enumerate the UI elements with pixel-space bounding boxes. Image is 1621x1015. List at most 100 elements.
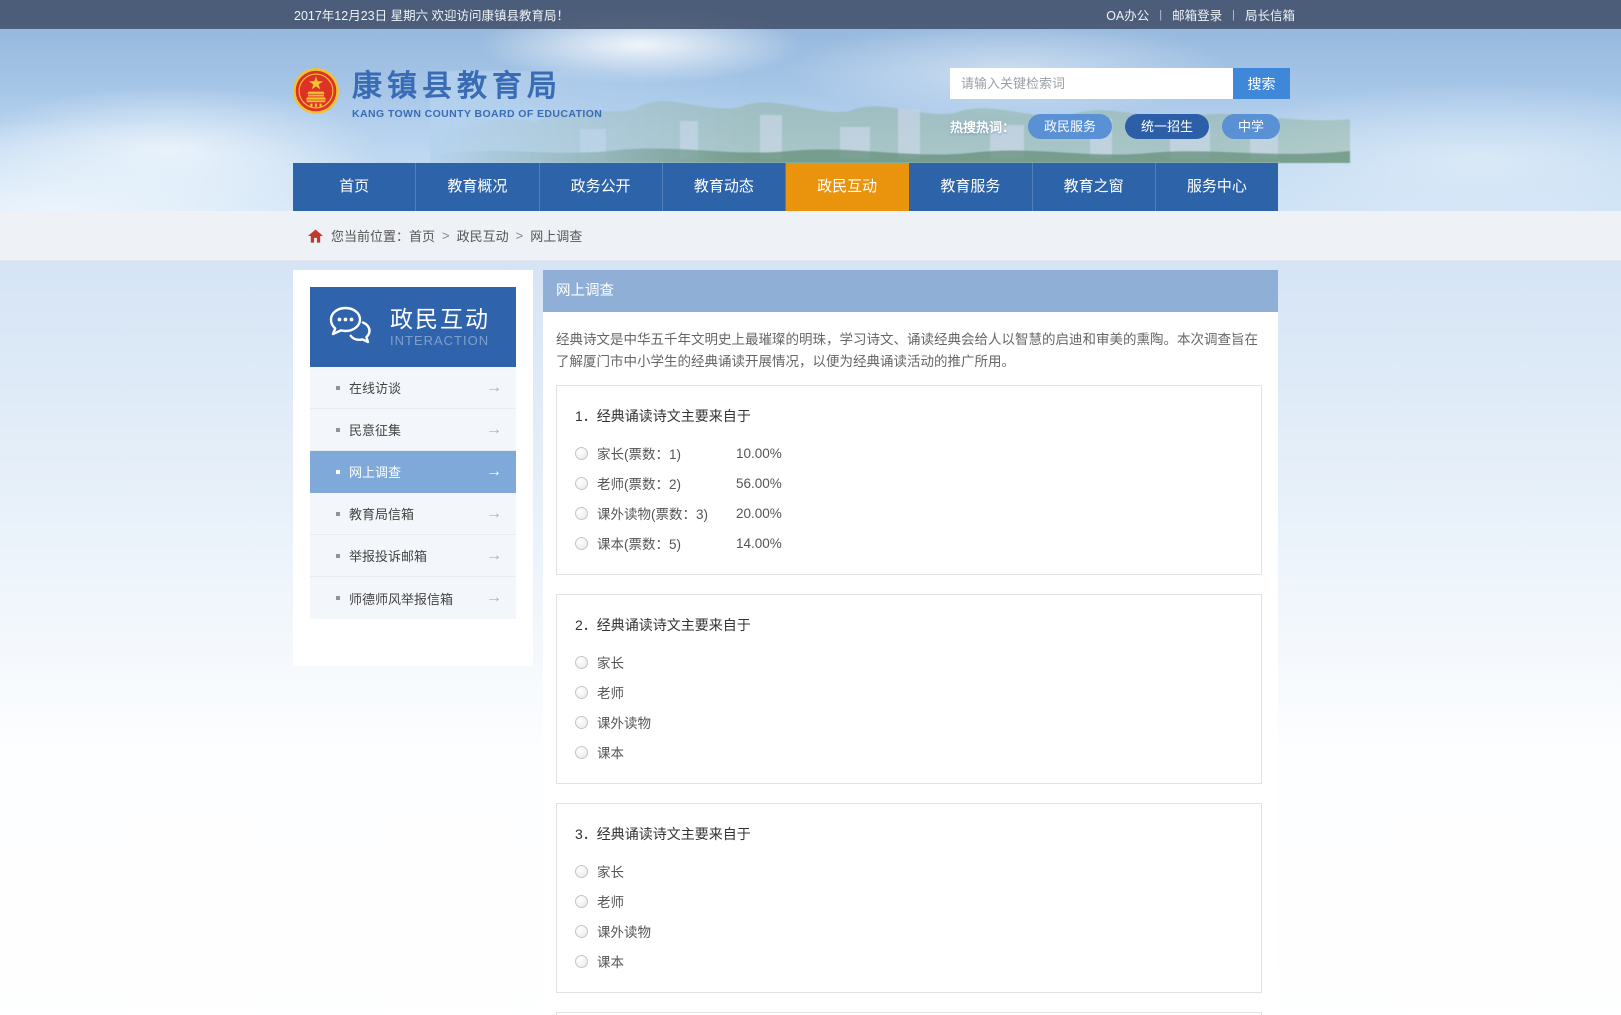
- nav-item[interactable]: 政民互动: [786, 163, 909, 211]
- option-percent: 20.00%: [736, 506, 782, 521]
- nav-item[interactable]: 教育概况: [416, 163, 539, 211]
- survey-option: 家长: [575, 856, 1243, 886]
- nav-item[interactable]: 服务中心: [1156, 163, 1278, 211]
- option-percent: 10.00%: [736, 446, 782, 461]
- sidebar: 政民互动 INTERACTION 在线访谈→民意征集→网上调查→教育局信箱→举报…: [293, 270, 533, 666]
- site-brand[interactable]: 康镇县教育局 KANG TOWN COUNTY BOARD OF EDUCATI…: [293, 68, 602, 139]
- breadcrumb-item[interactable]: 网上调查: [530, 226, 582, 245]
- option-label: 老师(票数：2): [597, 473, 736, 493]
- main-panel: 网上调查 经典诗文是中华五千年文明史上最璀璨的明珠，学习诗文、诵读经典会给人以智…: [543, 270, 1278, 1015]
- survey-option: 老师: [575, 677, 1243, 707]
- radio-button[interactable]: [575, 895, 588, 908]
- main-navigation: 首页教育概况政务公开教育动态政民互动教育服务教育之窗服务中心: [293, 163, 1278, 211]
- sidebar-item[interactable]: 网上调查→: [310, 451, 516, 493]
- sidebar-item-label: 民意征集: [349, 420, 486, 439]
- radio-button[interactable]: [575, 656, 588, 669]
- nav-item[interactable]: 首页: [293, 163, 416, 211]
- bullet-icon: [336, 470, 340, 474]
- arrow-right-icon: →: [486, 589, 502, 607]
- survey-option: 课本: [575, 737, 1243, 767]
- option-label: 课外读物(票数：3): [597, 503, 736, 523]
- arrow-right-icon: →: [486, 463, 502, 481]
- survey-option: 课外读物: [575, 916, 1243, 946]
- option-label: 老师: [597, 891, 624, 911]
- sidebar-subtitle: INTERACTION: [390, 333, 490, 348]
- bullet-icon: [336, 596, 340, 600]
- header-banner: 2017年12月23日 星期六 欢迎访问康镇县教育局！ OA办公|邮箱登录|局长…: [0, 0, 1621, 211]
- sidebar-item-label: 教育局信箱: [349, 504, 486, 523]
- search-area: 搜索 热搜热词： 政民服务统一招生中学: [950, 68, 1290, 139]
- option-label: 课本: [597, 742, 624, 762]
- chat-bubbles-icon: [327, 305, 377, 349]
- breadcrumb-bar: 您当前位置： 首页>政民互动>网上调查: [0, 211, 1621, 261]
- site-title: 康镇县教育局: [352, 70, 602, 104]
- arrow-right-icon: →: [486, 505, 502, 523]
- option-label: 老师: [597, 682, 624, 702]
- sidebar-item[interactable]: 师德师风举报信箱→: [310, 577, 516, 619]
- survey-question: 2．经典诵读诗文主要来自于家长老师课外读物课本: [556, 594, 1262, 784]
- option-label: 课外读物: [597, 712, 651, 732]
- survey-option: 老师: [575, 886, 1243, 916]
- sidebar-menu: 在线访谈→民意征集→网上调查→教育局信箱→举报投诉邮箱→师德师风举报信箱→: [310, 367, 516, 619]
- survey-option: 课本(票数：5)14.00%: [575, 528, 1243, 558]
- arrow-right-icon: →: [486, 547, 502, 565]
- option-label: 家长: [597, 861, 624, 881]
- survey-option: 家长: [575, 647, 1243, 677]
- radio-button[interactable]: [575, 925, 588, 938]
- option-label: 课外读物: [597, 921, 651, 941]
- option-label: 家长: [597, 652, 624, 672]
- radio-button[interactable]: [575, 686, 588, 699]
- sidebar-item-label: 师德师风举报信箱: [349, 589, 486, 608]
- bullet-icon: [336, 386, 340, 390]
- arrow-right-icon: →: [486, 379, 502, 397]
- radio-button[interactable]: [575, 477, 588, 490]
- sidebar-header: 政民互动 INTERACTION: [310, 287, 516, 367]
- option-percent: 56.00%: [736, 476, 782, 491]
- radio-button[interactable]: [575, 507, 588, 520]
- hot-keyword-pill[interactable]: 中学: [1222, 114, 1280, 139]
- search-input[interactable]: [950, 68, 1233, 99]
- question-title: 1．经典诵读诗文主要来自于: [575, 406, 1243, 426]
- sidebar-item[interactable]: 民意征集→: [310, 409, 516, 451]
- sidebar-item-label: 举报投诉邮箱: [349, 546, 486, 565]
- breadcrumb-prefix: 您当前位置：: [331, 226, 409, 245]
- radio-button[interactable]: [575, 537, 588, 550]
- radio-button[interactable]: [575, 746, 588, 759]
- nav-item[interactable]: 教育之窗: [1033, 163, 1156, 211]
- bullet-icon: [336, 554, 340, 558]
- hot-keywords: 政民服务统一招生中学: [1015, 114, 1280, 139]
- bullet-icon: [336, 428, 340, 432]
- hot-keyword-pill[interactable]: 政民服务: [1028, 114, 1112, 139]
- nav-item[interactable]: 教育服务: [909, 163, 1032, 211]
- survey-intro: 经典诗文是中华五千年文明史上最璀璨的明珠，学习诗文、诵读经典会给人以智慧的启迪和…: [543, 312, 1278, 385]
- sidebar-item[interactable]: 教育局信箱→: [310, 493, 516, 535]
- radio-button[interactable]: [575, 716, 588, 729]
- breadcrumb-item[interactable]: 政民互动: [457, 226, 509, 245]
- breadcrumb: 您当前位置： 首页>政民互动>网上调查: [308, 226, 582, 245]
- option-label: 课本: [597, 951, 624, 971]
- survey-question: 1．经典诵读诗文主要来自于家长(票数：1)10.00%老师(票数：2)56.00…: [556, 385, 1262, 575]
- survey-option: 课本: [575, 946, 1243, 976]
- survey-option: 课外读物: [575, 707, 1243, 737]
- breadcrumb-separator: >: [516, 228, 524, 243]
- sidebar-item[interactable]: 在线访谈→: [310, 367, 516, 409]
- breadcrumb-item[interactable]: 首页: [409, 226, 435, 245]
- sidebar-title: 政民互动: [390, 306, 490, 332]
- panel-title: 网上调查: [543, 270, 1278, 312]
- search-button[interactable]: 搜索: [1233, 68, 1290, 99]
- nav-item[interactable]: 政务公开: [540, 163, 663, 211]
- radio-button[interactable]: [575, 865, 588, 878]
- nav-item[interactable]: 教育动态: [663, 163, 786, 211]
- sidebar-item[interactable]: 举报投诉邮箱→: [310, 535, 516, 577]
- option-percent: 14.00%: [736, 536, 782, 551]
- survey-question: 3．经典诵读诗文主要来自于家长老师课外读物课本: [556, 803, 1262, 993]
- survey-option: 老师(票数：2)56.00%: [575, 468, 1243, 498]
- hot-keyword-pill[interactable]: 统一招生: [1125, 114, 1209, 139]
- site-subtitle: KANG TOWN COUNTY BOARD OF EDUCATION: [352, 108, 602, 120]
- option-label: 家长(票数：1): [597, 443, 736, 463]
- radio-button[interactable]: [575, 447, 588, 460]
- radio-button[interactable]: [575, 955, 588, 968]
- survey-questions: 1．经典诵读诗文主要来自于家长(票数：1)10.00%老师(票数：2)56.00…: [543, 385, 1278, 1015]
- page-body: 政民互动 INTERACTION 在线访谈→民意征集→网上调查→教育局信箱→举报…: [0, 261, 1621, 1015]
- option-label: 课本(票数：5): [597, 533, 736, 553]
